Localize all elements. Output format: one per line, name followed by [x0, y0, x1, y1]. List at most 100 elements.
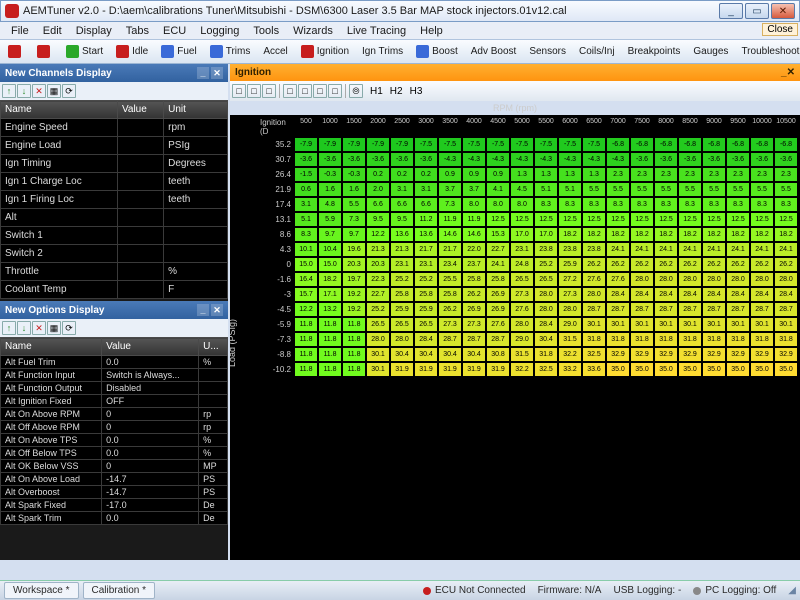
map-cell[interactable]: -0.3 — [342, 167, 366, 182]
grid-icon[interactable]: ▦ — [47, 84, 61, 98]
map-cell[interactable]: 26.5 — [390, 317, 414, 332]
map-cell[interactable]: 0.2 — [390, 167, 414, 182]
tab-ignition[interactable]: Ignition — [295, 42, 355, 61]
map-cell[interactable]: 32.2 — [558, 347, 582, 362]
map-cell[interactable]: 12.5 — [630, 212, 654, 227]
h1-label[interactable]: H1 — [370, 86, 383, 97]
map-cell[interactable]: 6.6 — [390, 197, 414, 212]
map-cell[interactable]: 26.2 — [726, 257, 750, 272]
map-cell[interactable]: 28.0 — [702, 272, 726, 287]
map-cell[interactable]: 32.9 — [606, 347, 630, 362]
map-cell[interactable]: 24.1 — [654, 242, 678, 257]
map-cell[interactable]: 25.2 — [366, 302, 390, 317]
map-cell[interactable]: 17.0 — [534, 227, 558, 242]
map-cell[interactable]: 5.9 — [318, 212, 342, 227]
table-row[interactable]: Ign 1 Charge Locteeth — [1, 173, 228, 191]
close-tag[interactable]: Close — [762, 23, 798, 36]
map-cell[interactable]: 8.3 — [774, 197, 798, 212]
map-cell[interactable]: 26.2 — [582, 257, 606, 272]
map-cell[interactable]: -7.5 — [582, 137, 606, 152]
map-cell[interactable]: 31.8 — [702, 332, 726, 347]
tab-coils-inj[interactable]: Coils/Inj — [573, 43, 621, 60]
map-cell[interactable]: 1.3 — [558, 167, 582, 182]
map-cell[interactable]: 24.1 — [630, 242, 654, 257]
map-cell[interactable]: 21.7 — [438, 242, 462, 257]
up-icon[interactable]: ↑ — [2, 84, 16, 98]
map-cell[interactable]: 8.3 — [534, 197, 558, 212]
map-cell[interactable]: 31.8 — [774, 332, 798, 347]
map-cell[interactable]: 31.8 — [750, 332, 774, 347]
map-cell[interactable]: 19.6 — [342, 242, 366, 257]
map-cell[interactable]: -3.6 — [414, 152, 438, 167]
map-cell[interactable]: 27.6 — [606, 272, 630, 287]
map-cell[interactable]: 33.2 — [558, 362, 582, 377]
map-cell[interactable]: 1.3 — [510, 167, 534, 182]
map-cell[interactable]: 15.7 — [294, 287, 318, 302]
map-cell[interactable]: 28.4 — [606, 287, 630, 302]
map-cell[interactable]: 7.3 — [438, 197, 462, 212]
del-icon[interactable]: ✕ — [32, 321, 46, 335]
table-row[interactable]: Coolant TempF — [1, 281, 228, 299]
table-row[interactable]: Alt Overboost-14.7PS — [1, 486, 228, 499]
map-cell[interactable]: 5.5 — [678, 182, 702, 197]
map-cell[interactable]: -7.5 — [438, 137, 462, 152]
map-cell[interactable]: 11.8 — [318, 347, 342, 362]
map-cell[interactable]: 35.0 — [654, 362, 678, 377]
workspace-status[interactable]: Workspace * — [4, 582, 79, 599]
map-cell[interactable]: 26.2 — [438, 302, 462, 317]
map-cell[interactable]: 15.3 — [486, 227, 510, 242]
map-cell[interactable]: -7.9 — [390, 137, 414, 152]
map-cell[interactable]: 31.9 — [390, 362, 414, 377]
map-cell[interactable]: 21.3 — [366, 242, 390, 257]
map-cell[interactable]: 16.4 — [294, 272, 318, 287]
map-cell[interactable]: -3.6 — [726, 152, 750, 167]
tool-icon[interactable]: □ — [298, 84, 312, 98]
map-cell[interactable]: 18.2 — [678, 227, 702, 242]
map-cell[interactable]: -7.5 — [510, 137, 534, 152]
link-icon[interactable]: ⦾ — [349, 84, 363, 98]
map-cell[interactable]: 0.9 — [438, 167, 462, 182]
map-cell[interactable]: 11.9 — [438, 212, 462, 227]
maximize-button[interactable]: ▭ — [745, 3, 769, 19]
map-cell[interactable]: -4.3 — [486, 152, 510, 167]
map-cell[interactable]: 1.6 — [342, 182, 366, 197]
map-cell[interactable]: 27.3 — [438, 317, 462, 332]
map-cell[interactable]: 19.7 — [342, 272, 366, 287]
map-cell[interactable]: 8.3 — [582, 197, 606, 212]
map-cell[interactable]: 28.7 — [582, 302, 606, 317]
grid-icon[interactable]: ▦ — [47, 321, 61, 335]
table-row[interactable]: Alt Off Below TPS0.0% — [1, 447, 228, 460]
map-cell[interactable]: 6.6 — [366, 197, 390, 212]
map-cell[interactable]: 32.9 — [726, 347, 750, 362]
map-cell[interactable]: 2.3 — [654, 167, 678, 182]
map-cell[interactable]: 5.5 — [726, 182, 750, 197]
map-cell[interactable]: 33.6 — [582, 362, 606, 377]
map-cell[interactable]: 5.5 — [582, 182, 606, 197]
map-cell[interactable]: 3.7 — [438, 182, 462, 197]
table-row[interactable]: Alt Function OutputDisabled — [1, 382, 228, 395]
table-row[interactable]: Alt — [1, 209, 228, 227]
del-icon[interactable]: ✕ — [32, 84, 46, 98]
map-cell[interactable]: 3.1 — [414, 182, 438, 197]
map-cell[interactable]: 2.3 — [606, 167, 630, 182]
map-cell[interactable]: -6.8 — [774, 137, 798, 152]
map-cell[interactable]: 26.5 — [366, 317, 390, 332]
map-cell[interactable]: 28.4 — [726, 287, 750, 302]
map-cell[interactable]: 31.8 — [534, 347, 558, 362]
tab-adv-boost[interactable]: Adv Boost — [465, 43, 523, 60]
map-cell[interactable]: 11.8 — [342, 347, 366, 362]
map-cell[interactable]: 31.9 — [414, 362, 438, 377]
map-cell[interactable]: 28.7 — [774, 302, 798, 317]
map-cell[interactable]: 5.5 — [630, 182, 654, 197]
map-cell[interactable]: 12.5 — [510, 212, 534, 227]
map-cell[interactable]: -4.3 — [558, 152, 582, 167]
map-cell[interactable]: 28.7 — [486, 332, 510, 347]
map-cell[interactable]: 24.1 — [702, 242, 726, 257]
map-cell[interactable]: 8.0 — [462, 197, 486, 212]
tab-idle[interactable]: Idle — [110, 42, 154, 61]
map-cell[interactable]: 26.2 — [702, 257, 726, 272]
map-cell[interactable]: 18.2 — [726, 227, 750, 242]
map-cell[interactable]: -3.6 — [294, 152, 318, 167]
map-cell[interactable]: 11.8 — [294, 317, 318, 332]
map-cell[interactable]: 28.4 — [774, 287, 798, 302]
